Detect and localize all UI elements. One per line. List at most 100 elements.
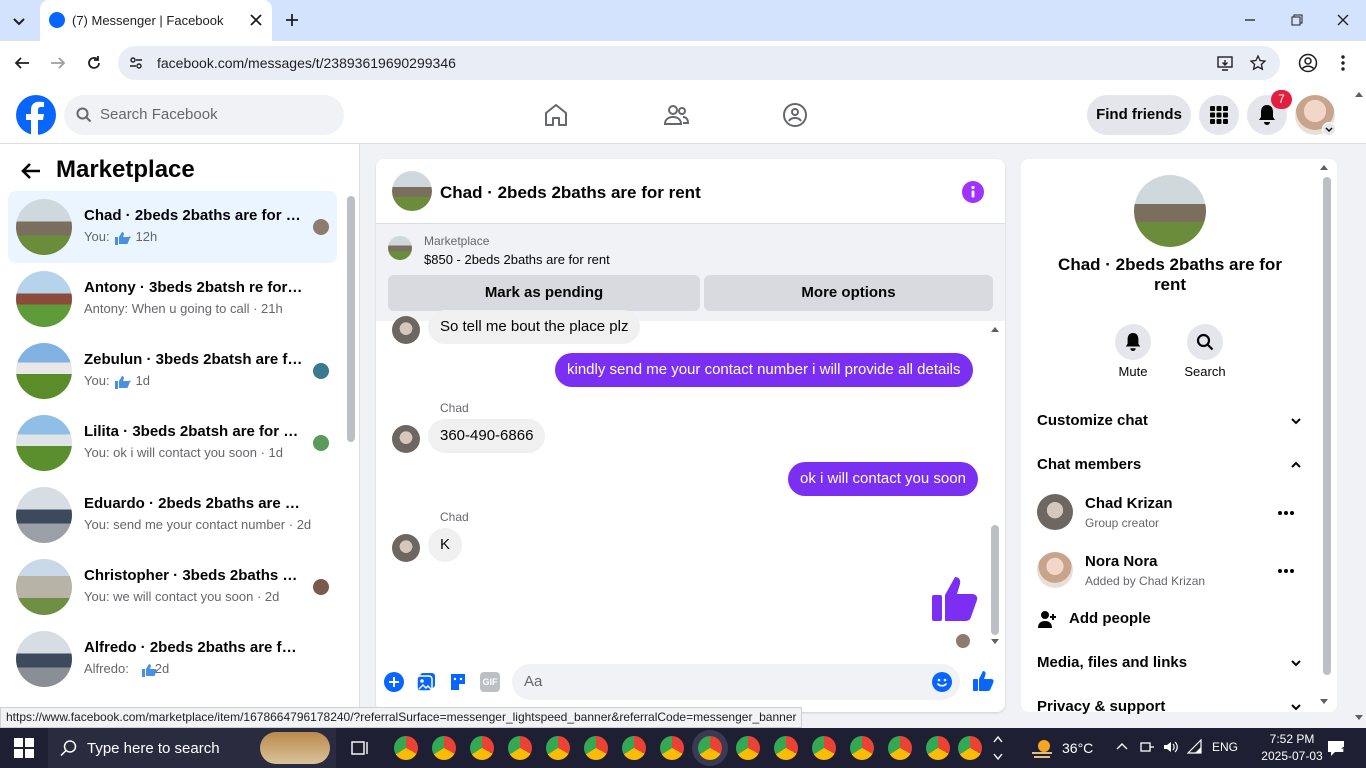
messages-scrollbar[interactable] [991,525,999,635]
install-app-icon[interactable] [1216,54,1234,72]
conversation-item[interactable]: Lilita · 3beds 2batsh are for rent You: … [8,407,337,479]
search-conversation-button[interactable] [1187,324,1223,360]
details-scroll-up-icon[interactable] [1319,163,1329,171]
add-people-button[interactable]: Add people [1069,610,1151,627]
add-person-icon[interactable] [1037,609,1057,629]
window-close-icon[interactable] [1335,12,1351,28]
taskbar-overflow-arrows-icon[interactable] [992,732,1004,764]
mark-as-pending-button[interactable]: Mark as pending [388,275,700,311]
clock-date[interactable]: 2025-07-03 [1257,749,1327,763]
chevron-down-icon[interactable] [1289,700,1303,714]
temperature-text[interactable]: 36°C [1062,740,1093,756]
emoji-icon[interactable] [932,672,952,692]
messages-scroll-up-icon[interactable] [990,325,1000,333]
info-icon[interactable] [962,181,984,203]
chrome-icon[interactable] [736,736,760,760]
chrome-icon[interactable] [812,736,836,760]
conversation-item[interactable]: Alfredo · 2beds 2baths are for re... Alf… [8,623,337,695]
chrome-icon[interactable] [926,736,950,760]
taskbar-search-box[interactable]: Type here to search [48,728,336,768]
account-chevron-icon[interactable] [1322,122,1336,136]
listing-title[interactable]: $850 - 2beds 2baths are for rent [424,252,610,267]
facebook-search-input[interactable]: Search Facebook [64,95,344,135]
details-scrollbar[interactable] [1323,177,1331,675]
friends-icon[interactable] [663,102,689,128]
conversation-item[interactable]: Chad · 2beds 2baths are for re... You: ·… [8,191,337,263]
weather-icon[interactable] [1030,737,1054,759]
send-like-icon[interactable] [972,670,994,692]
details-scroll-down-icon[interactable] [1319,698,1329,706]
gif-icon[interactable]: GIF [480,672,500,692]
groups-icon[interactable] [782,102,808,128]
forward-icon[interactable] [49,54,67,72]
task-view-icon[interactable] [350,738,370,758]
tab-close-icon[interactable] [248,12,264,28]
chevron-down-icon[interactable] [1289,656,1303,670]
chat-members-row[interactable]: Chat members [1037,456,1141,473]
tab-list-dropdown-icon[interactable] [10,12,28,30]
omnibox[interactable]: facebook.com/messages/t/2389361969029934… [118,46,1280,80]
reload-icon[interactable] [85,54,103,72]
chrome-icon[interactable] [546,736,570,760]
tray-chevron-icon[interactable] [1116,741,1128,753]
mute-button[interactable] [1115,324,1151,360]
chat-avatar[interactable] [392,171,432,211]
browser-menu-icon[interactable] [1335,53,1351,73]
back-arrow-icon[interactable] [20,160,42,182]
member-avatar[interactable] [1037,494,1073,530]
message-composer-input[interactable]: Aa [512,664,960,700]
chat-title[interactable]: Chad · 2beds 2baths are for rent [440,183,701,203]
customize-chat-row[interactable]: Customize chat [1037,412,1148,429]
chrome-icon[interactable] [888,736,912,760]
volume-icon[interactable] [1162,739,1178,755]
chrome-icon[interactable] [622,736,646,760]
member-name[interactable]: Nora Nora [1085,553,1158,570]
windows-start-icon[interactable] [14,738,34,758]
restore-icon[interactable] [1289,12,1305,28]
sticker-icon[interactable] [448,672,468,692]
browser-tab[interactable]: (7) Messenger | Facebook [40,0,272,41]
more-options-button[interactable]: More options [704,275,993,311]
find-friends-button[interactable]: Find friends [1087,95,1191,135]
chrome-icon[interactable] [394,736,418,760]
bookmark-star-icon[interactable] [1249,54,1267,72]
conversation-item[interactable]: Zebulun · 3beds 2batsh are fo... You: · … [8,335,337,407]
menu-grid-button[interactable] [1199,95,1239,135]
facebook-logo-icon[interactable] [16,95,56,135]
network-device-icon[interactable] [1139,739,1155,755]
conversation-item[interactable]: Antony · 3beds 2batsh re for rent Antony… [8,263,337,335]
privacy-support-row[interactable]: Privacy & support [1037,698,1165,715]
plus-actions-icon[interactable] [384,672,404,692]
profile-icon[interactable] [1298,53,1318,73]
clock-time[interactable]: 7:52 PM [1264,732,1320,746]
media-files-links-row[interactable]: Media, files and links [1037,654,1187,671]
chrome-icon[interactable] [850,736,874,760]
chrome-icon[interactable] [508,736,532,760]
chevron-down-icon[interactable] [1289,414,1303,428]
chrome-icon[interactable] [584,736,608,760]
conversation-item[interactable]: Christopher · 3beds 2baths ar... You: we… [8,551,337,623]
wifi-icon[interactable] [1187,739,1203,755]
more-dots-icon[interactable] [1277,503,1295,523]
messages-scroll-down-icon[interactable] [990,638,1000,646]
chevron-up-icon[interactable] [1289,458,1303,472]
page-scroll-down-icon[interactable] [1354,714,1364,722]
back-icon[interactable] [13,54,31,72]
chrome-icon-active[interactable] [698,736,722,760]
conversation-item[interactable]: Eduardo · 2beds 2baths are for r... You:… [8,479,337,551]
url-text[interactable]: facebook.com/messages/t/2389361969029934… [157,55,456,71]
new-tab-icon[interactable] [284,12,300,28]
attach-image-icon[interactable] [416,672,436,692]
chrome-icon[interactable] [774,736,798,760]
site-info-icon[interactable] [128,55,144,71]
list-scrollbar[interactable] [347,196,355,442]
member-avatar[interactable] [1037,552,1073,588]
chrome-icon[interactable] [958,736,982,760]
minimize-icon[interactable] [1242,12,1258,28]
chrome-icon[interactable] [660,736,684,760]
chrome-icon[interactable] [470,736,494,760]
member-name[interactable]: Chad Krizan [1085,495,1173,512]
home-icon[interactable] [543,102,569,128]
more-dots-icon[interactable] [1277,561,1295,581]
page-scroll-up-icon[interactable] [1354,90,1364,98]
